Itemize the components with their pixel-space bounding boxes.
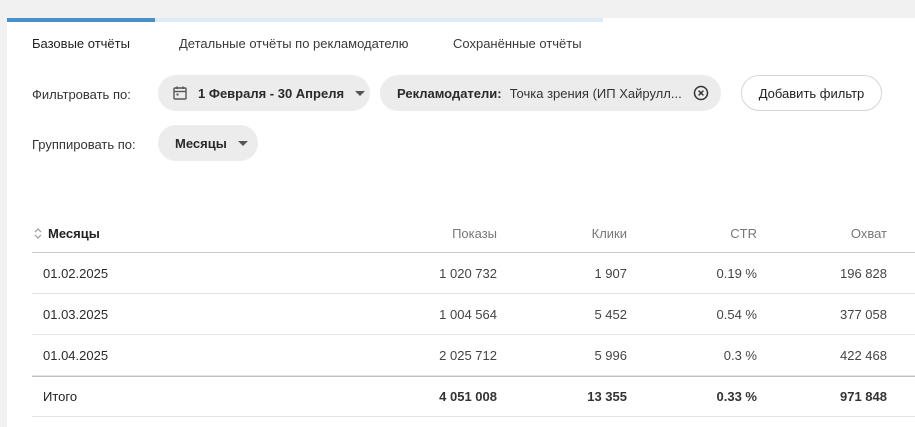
total-clicks: 13 355 [587,389,627,404]
cell-ctr: 0.19 % [716,265,757,281]
column-header-impressions: Показы [452,225,497,241]
total-reach: 971 848 [840,389,887,404]
date-range-value: 1 Февраля - 30 Апреля [198,85,345,101]
cell-clicks: 5 996 [594,347,627,363]
cell-impressions: 1 004 564 [439,306,497,322]
column-header-reach: Охват [850,225,887,241]
date-range-filter[interactable]: 1 Февраля - 30 Апреля [158,75,370,111]
table-row: 01.03.2025 1 004 564 5 452 0.54 % 377 05… [32,294,915,335]
column-header-months[interactable]: Месяцы [32,214,100,252]
cell-month: 01.02.2025 [43,265,109,281]
caret-down-icon [237,141,248,146]
table-header: Месяцы Показы Клики CTR Охват [32,214,915,253]
table-row: 01.02.2025 1 020 732 1 907 0.19 % 196 82… [32,253,915,294]
group-by-label: Группировать по: [32,137,136,152]
table-total-row: Итого 4 051 008 13 355 0.33 % 971 848 [32,376,915,417]
tab-saved-reports[interactable]: Сохранённые отчёты [453,36,582,52]
tab-advertiser-reports[interactable]: Детальные отчёты по рекламодателю [179,36,409,52]
advertiser-filter[interactable]: Рекламодатели: Точка зрения (ИП Хайрулл.… [380,75,721,111]
cell-impressions: 1 020 732 [439,265,497,281]
cell-month: 01.03.2025 [43,306,109,322]
active-tab-indicator [7,18,155,22]
advertiser-filter-label: Рекламодатели: [397,85,502,101]
column-header-clicks: Клики [591,225,627,241]
cell-ctr: 0.54 % [716,306,757,322]
cell-month: 01.04.2025 [43,347,109,363]
total-ctr: 0.33 % [716,389,757,404]
column-header-label: Месяцы [48,225,100,241]
cell-clicks: 5 452 [594,306,627,322]
table-row: 01.04.2025 2 025 712 5 996 0.3 % 422 468 [32,335,915,376]
calendar-icon [173,86,187,100]
column-header-ctr: CTR [730,225,757,241]
cell-reach: 196 828 [840,265,887,281]
filter-label: Фильтровать по: [32,87,131,102]
reports-panel: Базовые отчёты Детальные отчёты по рекла… [7,18,915,427]
group-by-value: Месяцы [175,135,227,151]
caret-down-icon [355,91,366,96]
cell-impressions: 2 025 712 [439,347,497,363]
add-filter-button[interactable]: Добавить фильтр [741,75,882,111]
sort-icon[interactable] [32,227,44,239]
report-table: Месяцы Показы Клики CTR Охват 01.02.2025… [32,214,915,417]
cell-reach: 377 058 [840,306,887,322]
total-impressions: 4 051 008 [439,389,497,404]
group-by-select[interactable]: Месяцы [158,125,258,161]
total-label: Итого [43,389,78,404]
cell-reach: 422 468 [840,347,887,363]
close-circle-icon[interactable] [693,85,709,101]
tab-basic-reports[interactable]: Базовые отчёты [32,36,130,52]
advertiser-filter-value: Точка зрения (ИП Хайрулл... [509,85,682,101]
tab-bar-line [155,18,603,22]
cell-ctr: 0.3 % [723,347,757,363]
cell-clicks: 1 907 [594,265,627,281]
